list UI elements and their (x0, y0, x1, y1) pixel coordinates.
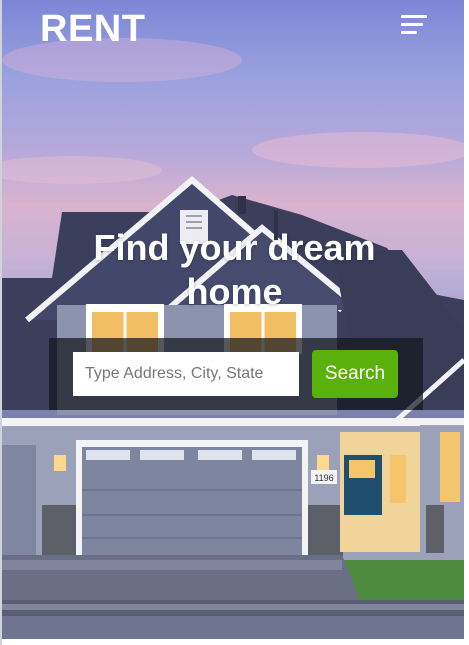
address-number: 1196 (314, 473, 333, 483)
hamburger-menu-icon[interactable] (401, 15, 431, 39)
page-edge-right (464, 0, 469, 645)
hero-section: 1196 RENT (2, 0, 464, 639)
headline-line-1: Find your dream (93, 227, 376, 268)
menu-bar-1 (401, 15, 427, 18)
logo[interactable]: RENT (40, 10, 145, 48)
headline-line-2: home (186, 271, 283, 312)
search-panel: Search (49, 338, 423, 410)
search-button[interactable]: Search (312, 350, 398, 398)
menu-bar-3 (401, 31, 417, 34)
menu-bar-2 (401, 23, 423, 26)
search-input[interactable] (73, 352, 299, 396)
house-photo: 1196 (2, 38, 464, 639)
hero-headline: Find your dream home (0, 226, 469, 314)
